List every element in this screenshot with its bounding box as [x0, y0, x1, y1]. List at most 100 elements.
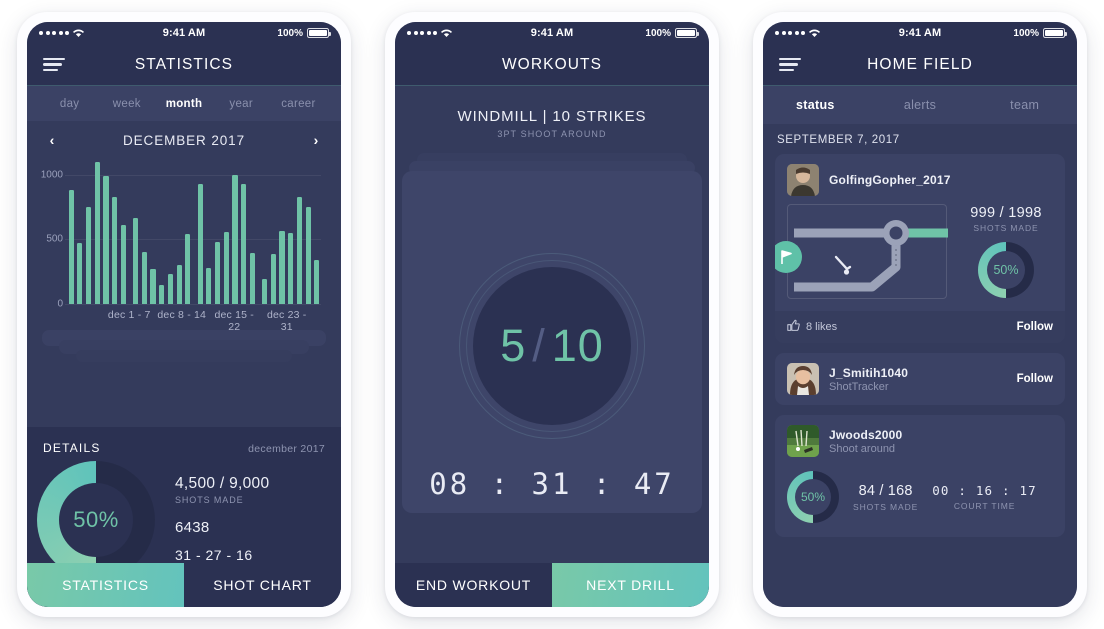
- bar: [270, 253, 276, 304]
- post-subtitle: ShotTracker: [829, 380, 889, 393]
- month-selector: ‹ DECEMBER 2017 ›: [27, 121, 341, 156]
- post-percent: 50%: [795, 479, 831, 515]
- nav-bar-3: HOME FIELD: [763, 44, 1077, 86]
- bar: [185, 233, 191, 304]
- post-username[interactable]: GolfingGopher_2017: [829, 173, 951, 187]
- post3-court-time-value: 00 : 16 : 17: [932, 483, 1037, 498]
- menu-icon[interactable]: [779, 54, 801, 74]
- workout-card-stack: 5 / 10 08 : 31 : 47: [395, 153, 709, 513]
- status-bar-2: 9:41 AM 100%: [395, 22, 709, 44]
- status-time: 9:41 AM: [162, 27, 206, 39]
- workouts-body: WINDMILL | 10 STRIKES 3PT SHOOT AROUND 5: [395, 86, 709, 607]
- y-tick-label: 500: [46, 233, 63, 245]
- bar: [279, 231, 285, 304]
- next-drill-button[interactable]: NEXT DRILL: [552, 563, 709, 607]
- avatar[interactable]: [787, 164, 819, 196]
- phone-home-field: 9:41 AM 100% HOME FIELD status alerts te…: [753, 12, 1087, 617]
- card-stack-placeholder: [27, 330, 341, 366]
- activity-feed[interactable]: SEPTEMBER 7, 2017 GolfingGopher_2017 999…: [763, 124, 1077, 607]
- bar: [112, 196, 118, 304]
- statistics-tab-button[interactable]: STATISTICS: [27, 563, 184, 607]
- post-username[interactable]: Jwoods2000: [829, 428, 1053, 442]
- post-shots-label: SHOTS MADE: [973, 223, 1039, 233]
- current-month-label: DECEMBER 2017: [123, 132, 245, 148]
- details-donut: 50%: [37, 461, 155, 579]
- bar: [314, 260, 320, 304]
- bar: [206, 267, 212, 304]
- shot-chart-tab-button[interactable]: SHOT CHART: [184, 563, 341, 607]
- avatar[interactable]: [787, 363, 819, 395]
- bar: [150, 268, 156, 304]
- end-workout-button[interactable]: END WORKOUT: [395, 563, 552, 607]
- post-shots-value: 999 / 1998: [970, 205, 1042, 221]
- bar: [305, 207, 311, 304]
- workout-timer: 08 : 31 : 47: [429, 467, 675, 501]
- screen-statistics: 9:41 AM 100% STATISTICS day week month y…: [27, 22, 341, 607]
- bar: [249, 253, 255, 304]
- status-bar-3: 9:41 AM 100%: [763, 22, 1077, 44]
- y-tick-label: 1000: [40, 169, 63, 181]
- phone-workouts: 9:41 AM 100% WORKOUTS WINDMILL | 10 STRI…: [385, 12, 719, 617]
- prev-month-icon[interactable]: ‹: [45, 132, 59, 148]
- tab-alerts[interactable]: alerts: [868, 98, 973, 112]
- workout-active-card: 5 / 10 08 : 31 : 47: [402, 171, 702, 513]
- bar: [262, 278, 268, 304]
- bar: [296, 196, 303, 304]
- tab-team[interactable]: team: [972, 98, 1077, 112]
- period-segment-control: day week month year career: [27, 86, 341, 121]
- counter-separator: /: [532, 320, 546, 371]
- post3-shots-label: SHOTS MADE: [853, 501, 919, 512]
- course-map: [775, 204, 948, 299]
- shots-bar-chart: 0 500 1000 dec 1 - 7 dec 8 - 14 dec 15 - 22 d…: [27, 156, 333, 333]
- next-month-icon[interactable]: ›: [309, 132, 323, 148]
- page-title: STATISTICS: [134, 55, 234, 73]
- follow-button-2[interactable]: Follow: [1017, 373, 1053, 385]
- shots-made-count: 5: [500, 320, 527, 371]
- battery-icon: [307, 28, 331, 38]
- gridline: [65, 304, 321, 305]
- nav-bar-2: WORKOUTS: [395, 44, 709, 86]
- bar: [77, 242, 83, 304]
- post-percent: 50%: [987, 251, 1025, 289]
- details-record: 31 - 27 - 16: [175, 547, 253, 563]
- details-shots-value: 4,500 / 9,000: [175, 475, 270, 492]
- shot-counter: 5 / 10: [500, 320, 604, 372]
- bar: [223, 232, 229, 304]
- avatar[interactable]: [787, 425, 819, 457]
- status-time: 9:41 AM: [898, 27, 942, 39]
- screen-workouts: 9:41 AM 100% WORKOUTS WINDMILL | 10 STRI…: [395, 22, 709, 607]
- tab-status[interactable]: status: [763, 98, 868, 112]
- chart-bars: [65, 162, 323, 304]
- post3-court-time: 00 : 16 : 17 COURT TIME: [932, 483, 1037, 511]
- battery-icon: [1043, 28, 1067, 38]
- segment-career[interactable]: career: [270, 98, 327, 110]
- thumbs-up-icon: [787, 319, 800, 335]
- details-points: 6438: [175, 519, 210, 536]
- bar: [133, 218, 139, 304]
- status-bar-1: 9:41 AM 100%: [27, 22, 341, 44]
- ring-core: 5 / 10: [473, 267, 631, 425]
- phone-statistics: 9:41 AM 100% STATISTICS day week month y…: [17, 12, 351, 617]
- details-period: december 2017: [248, 443, 325, 455]
- segment-day[interactable]: day: [41, 98, 98, 110]
- segment-week[interactable]: week: [98, 98, 155, 110]
- home-field-body: status alerts team SEPTEMBER 7, 2017 Gol…: [763, 86, 1077, 607]
- segment-month[interactable]: month: [155, 98, 212, 110]
- feed-date-header: SEPTEMBER 7, 2017: [777, 134, 900, 146]
- post3-shots: 84 / 168 SHOTS MADE: [853, 483, 918, 512]
- bar: [85, 207, 92, 304]
- bar: [288, 233, 294, 304]
- likes-group[interactable]: 8 likes: [787, 319, 837, 335]
- details-percent: 50%: [73, 507, 119, 532]
- y-tick-label: 0: [57, 298, 63, 310]
- follow-button-1[interactable]: Follow: [1017, 321, 1053, 333]
- bar: [103, 176, 109, 304]
- segment-year[interactable]: year: [213, 98, 270, 110]
- bar: [241, 183, 247, 304]
- ghost-card-3: [76, 350, 292, 362]
- menu-icon[interactable]: [43, 54, 65, 74]
- post-username[interactable]: J_Smitih1040: [829, 366, 1007, 380]
- drill-subtitle: 3PT SHOOT AROUND: [497, 129, 607, 139]
- bar: [120, 225, 126, 304]
- post-donut: 50%: [787, 471, 839, 523]
